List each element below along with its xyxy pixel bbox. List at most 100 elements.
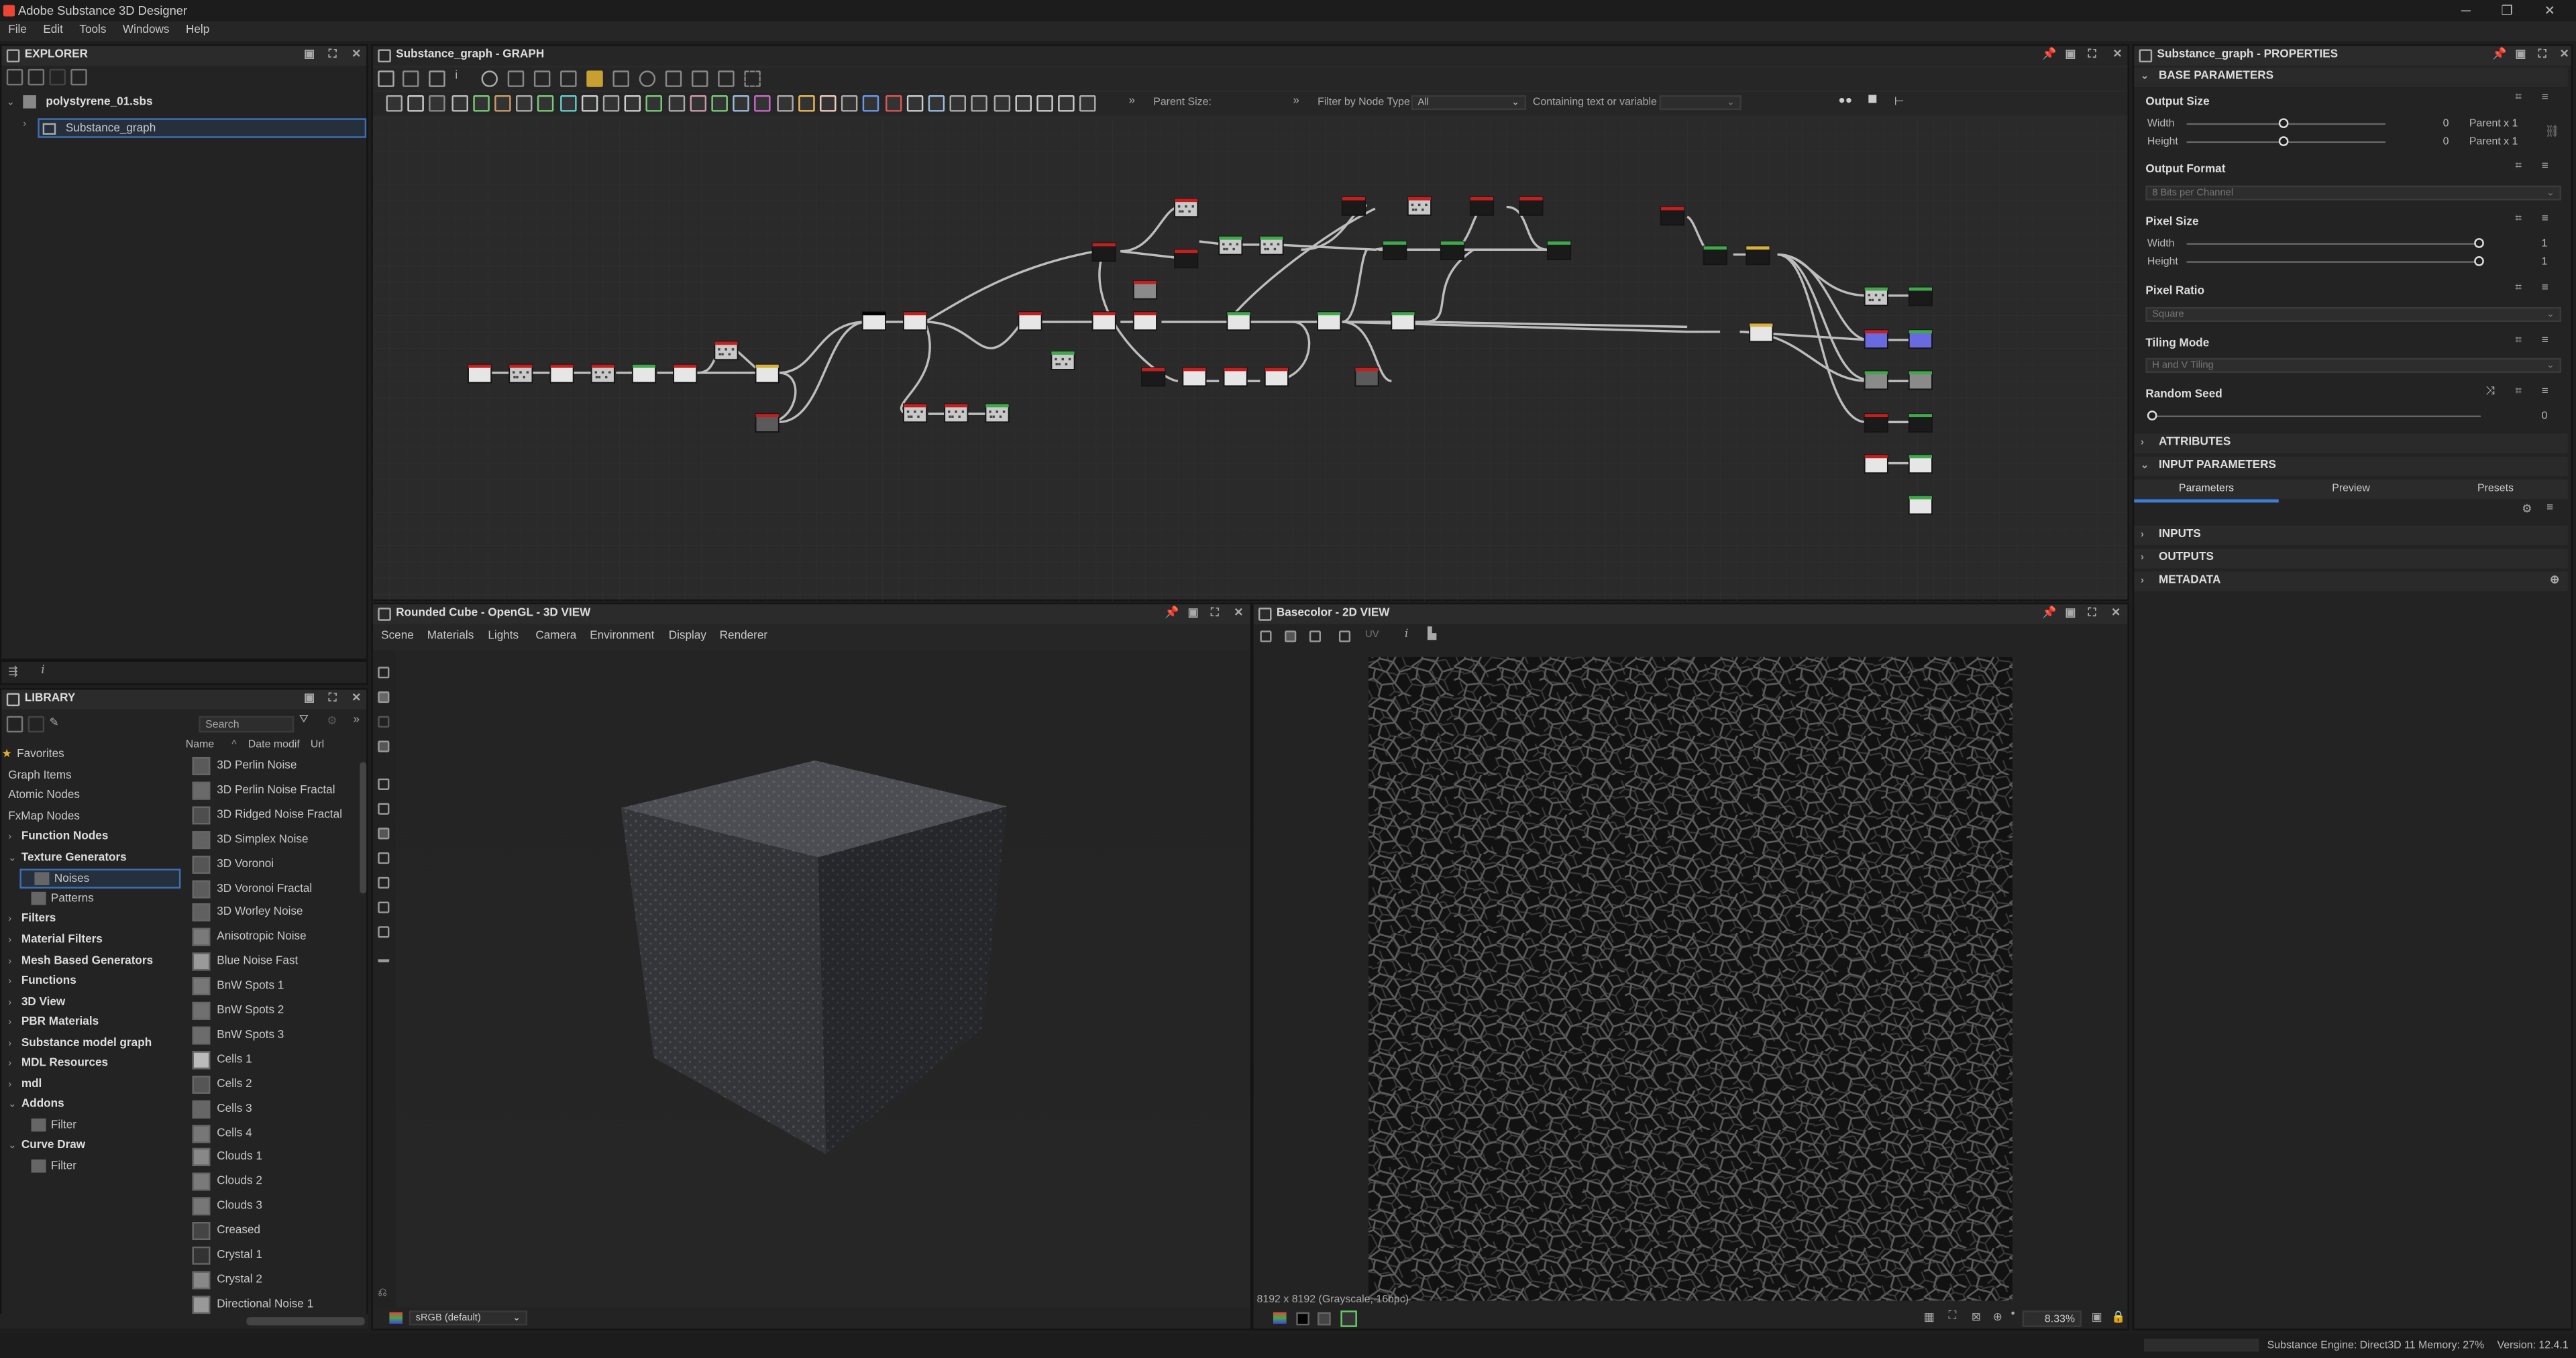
node-type-icon[interactable] — [755, 95, 771, 112]
library-item[interactable]: 3D Ridged Noise Fractal — [189, 803, 364, 828]
output-height-value[interactable]: 0 — [2443, 136, 2449, 148]
sort-asc-icon[interactable]: ^ — [231, 738, 237, 752]
library-item[interactable]: 3D Perlin Noise — [189, 754, 364, 779]
output-format-select[interactable]: 8 Bits per Channel ⌄ — [2145, 185, 2561, 201]
uv-label[interactable]: UV — [1365, 630, 1379, 640]
graph-node[interactable] — [1341, 196, 1366, 216]
search-icon[interactable] — [481, 70, 498, 87]
graph-node[interactable] — [1908, 413, 1933, 433]
node-type-icon[interactable] — [407, 95, 425, 112]
histogram-icon[interactable]: ▙ — [1428, 628, 1436, 640]
graph-node[interactable] — [1018, 311, 1042, 331]
node-type-icon[interactable] — [429, 95, 446, 112]
node-type-icon[interactable] — [820, 95, 837, 112]
maximize-icon[interactable]: ⛶ — [2088, 46, 2096, 66]
graph-node[interactable] — [1141, 367, 1166, 387]
library-category[interactable]: › Filters — [1, 911, 182, 930]
param-menu-icon[interactable]: ≡ — [2542, 161, 2548, 172]
graph-node[interactable] — [1908, 370, 1933, 390]
node-type-select[interactable]: All ⌄ — [1411, 95, 1527, 111]
node-type-icon[interactable] — [841, 95, 858, 112]
uv-toggle-icon[interactable] — [1338, 630, 1351, 642]
frame-all-icon[interactable] — [378, 70, 394, 87]
maximize-icon[interactable]: ⛶ — [329, 690, 337, 710]
info-icon[interactable]: i — [455, 70, 471, 87]
library-category[interactable]: › Material Filters — [1, 931, 182, 950]
pick-icon[interactable] — [378, 926, 390, 938]
output-height-knob[interactable] — [2278, 136, 2289, 146]
graph-node[interactable] — [1864, 286, 1888, 306]
graph-node[interactable] — [1354, 367, 1379, 387]
node-type-icon[interactable] — [971, 95, 988, 112]
chevron-right-icon[interactable]: › — [8, 911, 21, 930]
texture-preview[interactable] — [1368, 657, 2013, 1301]
chevron-right-icon[interactable]: › — [8, 1034, 21, 1054]
graph-node[interactable] — [1218, 235, 1243, 256]
library-item[interactable]: 3D Voronoi — [189, 852, 364, 876]
graph-node[interactable] — [1546, 241, 1572, 260]
node-type-icon[interactable] — [798, 95, 815, 112]
chevron-right-icon[interactable]: › — [8, 952, 21, 971]
graph-canvas[interactable] — [372, 118, 2128, 602]
zoom-input[interactable]: 8.33% — [2022, 1310, 2082, 1327]
chevron-right-icon[interactable]: › — [8, 1013, 21, 1033]
library-category[interactable]: › Function Nodes — [1, 828, 182, 848]
pan-icon[interactable] — [402, 70, 419, 87]
tab-preview[interactable]: Preview — [2279, 479, 2424, 499]
close-panel-icon[interactable]: ✕ — [1234, 604, 1243, 624]
graph-node[interactable] — [1746, 245, 1770, 266]
background-grey-icon[interactable] — [1318, 1312, 1331, 1326]
graph-node[interactable] — [1864, 413, 1888, 433]
node-type-icon[interactable] — [928, 95, 945, 112]
video-icon[interactable] — [378, 667, 390, 679]
pixel-width-value[interactable]: 1 — [2542, 238, 2548, 249]
random-seed-value[interactable]: 0 — [2542, 410, 2548, 422]
library-item[interactable]: Cells 1 — [189, 1048, 364, 1072]
pixel-height-slider[interactable] — [2186, 261, 2481, 263]
library-item[interactable]: Creased — [189, 1219, 364, 1243]
library-category[interactable]: Filter — [1, 1117, 182, 1136]
library-category[interactable]: Patterns — [1, 890, 182, 909]
graph-node[interactable] — [1182, 367, 1207, 387]
graph-node[interactable] — [467, 363, 492, 384]
minimize-icon[interactable]: ─ — [2448, 0, 2484, 21]
filter-icon[interactable]: ⛛ — [299, 714, 309, 728]
mesh-icon[interactable] — [378, 852, 390, 864]
close-panel-icon[interactable]: ✕ — [352, 690, 361, 710]
node-type-icon[interactable] — [625, 95, 641, 112]
menu-file[interactable]: File — [0, 21, 35, 41]
graph-node[interactable] — [1132, 280, 1158, 300]
param-menu-icon[interactable]: ≡ — [2542, 213, 2548, 225]
library-item[interactable]: BnW Spots 2 — [189, 999, 364, 1023]
view3d-viewport[interactable] — [396, 650, 1250, 1308]
menu-display[interactable]: Display — [669, 626, 706, 647]
refresh-icon[interactable] — [639, 70, 656, 87]
chevron-down-icon[interactable]: ⌄ — [7, 94, 20, 113]
pin-icon[interactable]: 📌 — [2042, 46, 2056, 66]
more-tools-icon[interactable]: » — [1128, 95, 1135, 107]
graph-node[interactable] — [861, 311, 886, 331]
pixel-ratio-select[interactable]: Square ⌄ — [2145, 306, 2561, 323]
library-item[interactable]: Crystal 2 — [189, 1267, 364, 1292]
graph-row[interactable]: Substance_graph — [38, 118, 367, 138]
package-row[interactable]: ⌄ polystyrene_01.sbs — [7, 94, 153, 113]
background-black-icon[interactable] — [1296, 1312, 1309, 1326]
graph-node[interactable] — [1519, 196, 1544, 216]
close-panel-icon[interactable]: ✕ — [352, 46, 361, 66]
close-panel-icon[interactable]: ✕ — [2112, 46, 2122, 66]
graph-node[interactable] — [1223, 367, 1248, 387]
node-type-icon[interactable] — [667, 95, 685, 112]
frame-icon[interactable] — [692, 70, 708, 87]
col-url[interactable]: Url — [311, 738, 324, 752]
library-search-input[interactable]: Search — [199, 716, 294, 733]
publish-icon[interactable] — [70, 68, 87, 86]
graph-node[interactable] — [1908, 454, 1933, 474]
connect-icon[interactable] — [507, 70, 525, 87]
histogram-icon[interactable] — [378, 951, 390, 963]
expand-icon[interactable]: » — [354, 714, 360, 726]
camera-icon[interactable] — [429, 70, 445, 87]
pin-node-icon[interactable]: ⯀ — [1868, 95, 1878, 109]
chevron-down-icon[interactable]: ⌄ — [8, 1137, 21, 1157]
library-category[interactable]: FxMap Nodes — [1, 807, 182, 827]
node-type-icon[interactable] — [494, 95, 511, 112]
